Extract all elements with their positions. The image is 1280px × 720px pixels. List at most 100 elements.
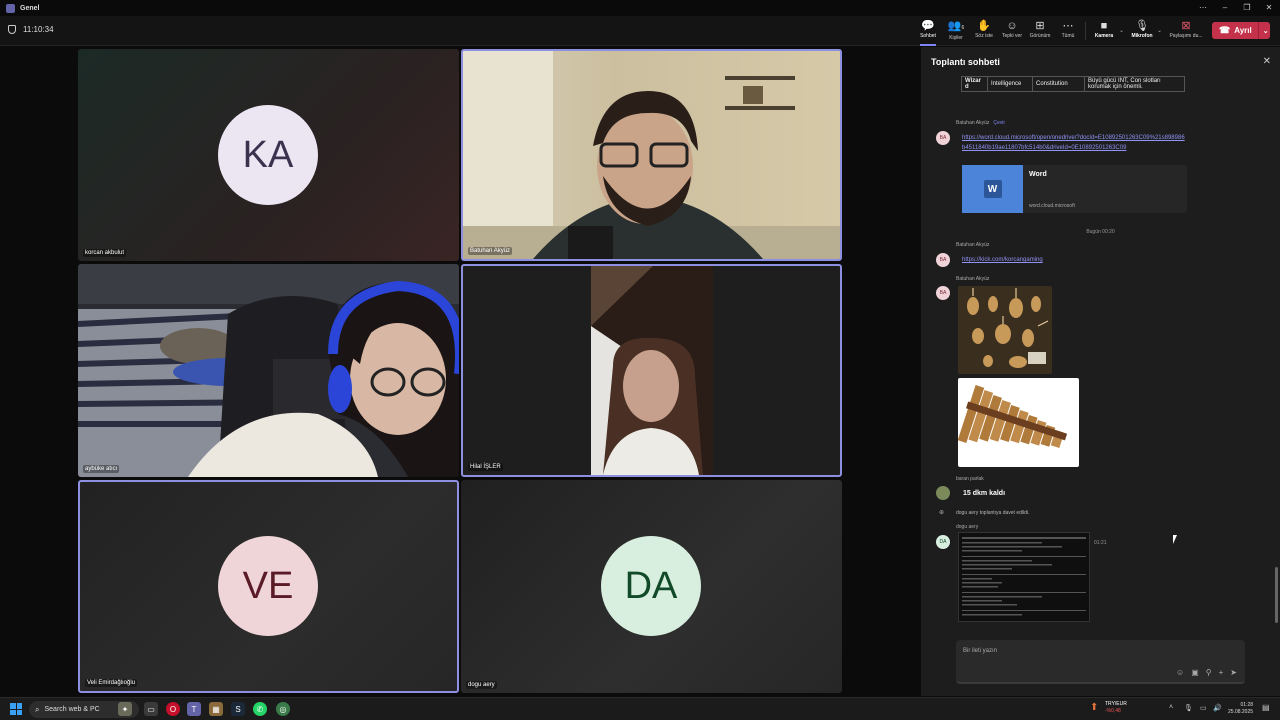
steam-icon[interactable]: S: [231, 702, 245, 716]
table-cell: Constitution: [1032, 76, 1085, 92]
people-button[interactable]: 👥6 Kişiler: [942, 19, 970, 44]
close-window-button[interactable]: ✕: [1258, 0, 1280, 16]
package-icon[interactable]: ▦: [209, 702, 223, 716]
chat-table: Wizar d Intelligence Constitution Büyü g…: [961, 76, 1185, 92]
word-icon: W: [983, 180, 1002, 198]
camera-options-chevron-icon[interactable]: ⌄: [1119, 27, 1124, 34]
more-button[interactable]: ⋯ Tümü: [1054, 19, 1082, 44]
react-button[interactable]: ☺ Tepki ver: [998, 19, 1026, 44]
mic-tray-icon[interactable]: 🎙: [1184, 704, 1193, 712]
link-preview-card[interactable]: W Word word.cloud.microsoft: [962, 165, 1187, 213]
participant-name: Hilal İŞLER: [468, 463, 503, 471]
phone-hangup-icon: ☎: [1219, 25, 1231, 35]
opera-icon[interactable]: O: [166, 702, 180, 716]
window-title: Genel: [20, 4, 40, 12]
pan-flute-image[interactable]: [958, 378, 1079, 467]
card-source: word.cloud.microsoft: [1029, 203, 1075, 209]
translate-link[interactable]: Çevir: [993, 120, 1005, 126]
microphone-button[interactable]: 🎙 Mikrofon: [1128, 19, 1156, 44]
participant-video-tile[interactable]: aybüke atıcı: [78, 264, 459, 477]
clock[interactable]: 01:28 25.08.2025: [1228, 702, 1253, 716]
message-compose-box[interactable]: Bir ileti yazın ☺ ▣ ⚲ + ➤: [956, 640, 1245, 684]
participant-tile[interactable]: VE Veli Emirdağlıoğlu: [78, 480, 459, 693]
avatar: BA: [936, 253, 950, 267]
participant-tile[interactable]: KA korcan akbulut: [78, 49, 459, 261]
message-link[interactable]: https://word.cloud.microsoft/open/onedri…: [962, 133, 1187, 153]
send-icon[interactable]: ➤: [1230, 668, 1237, 677]
instruments-image[interactable]: [958, 286, 1052, 374]
participant-tile[interactable]: DA dogu aery: [461, 480, 842, 693]
panel-title: Toplantı sohbeti: [931, 57, 1000, 67]
tray-chevron-up-icon[interactable]: ˄: [1169, 704, 1173, 711]
camera-icon: ■: [1100, 20, 1108, 32]
view-button[interactable]: ⊞ Görünüm: [1026, 19, 1054, 44]
participant-video-tile[interactable]: Hilal İŞLER: [461, 264, 842, 477]
gif-icon[interactable]: ▣: [1191, 668, 1199, 677]
teams-icon[interactable]: T: [187, 702, 201, 716]
avatar: DA: [936, 535, 950, 549]
share-button[interactable]: ⊠ Paylaşımı du...: [1168, 19, 1204, 44]
meeting-toolbar: 11:10:34 💬 Sohbet 👥6 Kişiler ✋ Söz iste …: [0, 16, 1280, 46]
person-add-icon: ⊕: [939, 510, 945, 516]
teams-logo-icon: [6, 3, 15, 13]
chat-icon: 💬: [921, 20, 935, 32]
plus-icon[interactable]: +: [1219, 668, 1224, 677]
table-cell: Intelligence: [987, 76, 1033, 92]
participant-video: [78, 264, 459, 477]
participant-video-tile[interactable]: Batuhan Akyüz: [461, 49, 842, 261]
participant-name: Batuhan Akyüz: [468, 247, 513, 255]
leave-button[interactable]: ☎ Ayrıl ⌄: [1212, 22, 1270, 39]
chat-button[interactable]: 💬 Sohbet: [914, 19, 942, 46]
message-sender: dogu aery: [956, 524, 979, 530]
participant-video: [591, 266, 713, 475]
message-sender: Batuhan Akyüz Çevir: [956, 120, 1006, 126]
mic-icon: 🎙: [1135, 20, 1149, 32]
meeting-chat-panel: Toplantı sohbeti ✕ Wizar d Intelligence …: [921, 47, 1280, 696]
windows-start-icon[interactable]: [10, 703, 22, 715]
mic-options-chevron-icon[interactable]: ⌄: [1157, 27, 1162, 34]
participant-name: aybüke atıcı: [83, 465, 120, 473]
currency-chart-icon: ⬆: [1090, 702, 1099, 713]
chrome-icon[interactable]: ◎: [276, 702, 290, 716]
notification-icon[interactable]: ▤: [1262, 703, 1270, 712]
video-stage: KA korcan akbulut Batuhan Akyüz aybüke a…: [0, 47, 920, 696]
participant-video: [463, 51, 840, 259]
avatar: VE: [218, 536, 318, 636]
close-icon[interactable]: ✕: [1263, 56, 1271, 67]
message-sender: Batuhan Akyüz: [956, 242, 990, 248]
avatar: KA: [218, 105, 318, 205]
whatsapp-icon[interactable]: ✆: [253, 702, 267, 716]
more-options-icon[interactable]: ⋯: [1192, 0, 1214, 16]
taskbar: ⌕ Search web & PC ✦ ▭ O T ▦ S ✆ ◎ ⬆ TRY/…: [0, 697, 1280, 720]
avatar: BA: [936, 286, 950, 300]
window-controls: ⋯ – ❐ ✕: [1192, 0, 1280, 16]
network-icon[interactable]: ▭: [1200, 704, 1207, 712]
participant-name: Veli Emirdağlıoğlu: [85, 679, 138, 687]
toolbar-divider: [1085, 22, 1086, 40]
avatar: DA: [601, 536, 701, 636]
attach-icon[interactable]: ⚲: [1206, 668, 1212, 677]
avatar: BA: [936, 131, 950, 145]
participant-name: dogu aery: [466, 681, 497, 689]
volume-icon[interactable]: 🔊: [1213, 704, 1222, 712]
camera-button[interactable]: ■ Kamera: [1090, 19, 1118, 44]
currency-widget[interactable]: TRY/EUR -%0,48: [1105, 701, 1127, 715]
maximize-button[interactable]: ❐: [1236, 0, 1258, 16]
avatar: [936, 486, 950, 500]
emoji-icon[interactable]: ☺: [1176, 668, 1184, 677]
share-icon: ⊠: [1181, 20, 1191, 32]
more-icon: ⋯: [1062, 20, 1074, 32]
message-link[interactable]: https://kick.com/korcangaming: [962, 255, 1043, 265]
chevron-down-icon[interactable]: ⌄: [1263, 27, 1269, 35]
react-icon: ☺: [1006, 20, 1018, 32]
widget-icon[interactable]: ✦: [118, 702, 132, 716]
task-view-icon[interactable]: ▭: [144, 702, 158, 716]
raise-hand-button[interactable]: ✋ Söz iste: [970, 19, 998, 44]
system-message: dogu aery toplantıya davet edildi.: [956, 510, 1030, 516]
scrollbar[interactable]: [1275, 567, 1278, 623]
screenshot-image[interactable]: [958, 532, 1090, 622]
timer-text: 11:10:34: [23, 25, 54, 34]
message-text: 15 dkm kaldı: [963, 490, 1006, 497]
minimize-button[interactable]: –: [1214, 0, 1236, 16]
people-icon: 👥: [947, 20, 962, 32]
